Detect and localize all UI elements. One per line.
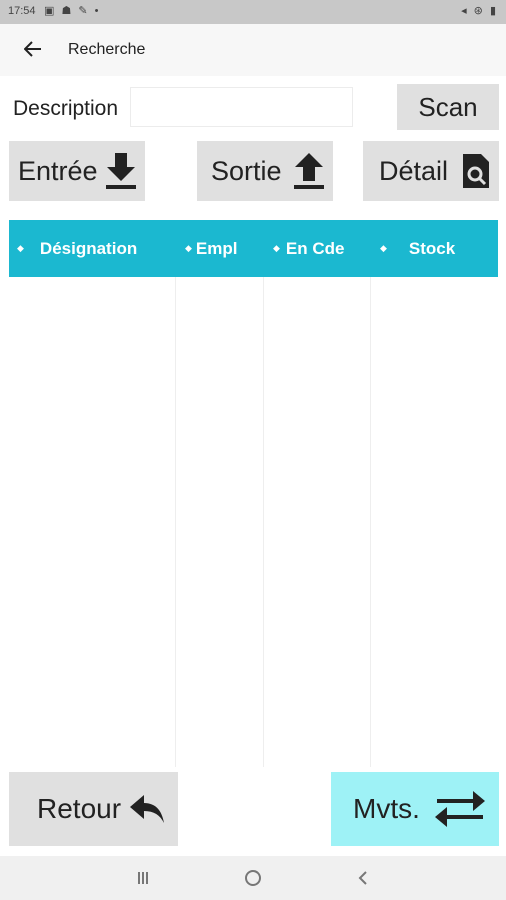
retour-button[interactable]: Retour xyxy=(9,772,178,846)
back-chevron-icon[interactable] xyxy=(343,866,383,890)
sort-icon: ◆ xyxy=(17,243,24,253)
sort-icon: ◆ xyxy=(273,243,280,253)
column-header-en-cde[interactable]: ◆ En Cde xyxy=(273,220,344,277)
description-input[interactable] xyxy=(130,87,353,127)
sortie-button[interactable]: Sortie xyxy=(197,141,333,201)
home-icon[interactable] xyxy=(233,866,273,890)
mvts-button-label: Mvts. xyxy=(353,793,420,824)
sort-icon: ◆ xyxy=(185,243,192,253)
status-time: 17:54 xyxy=(8,5,36,17)
entree-button[interactable]: Entrée xyxy=(9,141,145,201)
download-icon xyxy=(105,151,137,191)
app-bar: Recherche xyxy=(0,24,506,76)
column-divider xyxy=(263,277,264,767)
description-label: Description xyxy=(13,97,119,120)
system-nav-bar xyxy=(0,856,506,900)
detail-button-label: Détail xyxy=(379,155,449,186)
table-header: ◆ Désignation ◆ Empl ◆ En Cde ◆ Stock xyxy=(9,220,498,277)
entree-button-label: Entrée xyxy=(18,155,98,186)
column-divider xyxy=(175,277,176,767)
arrow-left-icon[interactable] xyxy=(20,36,46,62)
upload-icon xyxy=(293,151,325,191)
document-search-icon xyxy=(461,152,491,190)
retour-button-label: Retour xyxy=(37,793,122,824)
page-title: Recherche xyxy=(68,41,146,58)
scan-button[interactable]: Scan xyxy=(397,84,499,130)
mvts-button[interactable]: Mvts. xyxy=(331,772,499,846)
status-notification-icons: ▣ ☗ ✎ • xyxy=(44,5,101,17)
detail-button[interactable]: Détail xyxy=(363,141,499,201)
column-header-stock[interactable]: ◆ Stock xyxy=(380,220,455,277)
table-body xyxy=(9,277,498,767)
recent-apps-icon[interactable] xyxy=(123,866,163,890)
column-divider xyxy=(370,277,371,767)
sort-icon: ◆ xyxy=(380,243,387,253)
column-header-designation[interactable]: ◆ Désignation xyxy=(17,220,137,277)
status-system-icons: ◂ ⊛ ▮ xyxy=(461,5,498,17)
reply-icon xyxy=(128,793,166,825)
swap-arrows-icon xyxy=(433,787,487,831)
sortie-button-label: Sortie xyxy=(211,155,282,186)
status-bar: 17:54 ▣ ☗ ✎ • ◂ ⊛ ▮ xyxy=(0,0,506,24)
column-header-empl[interactable]: ◆ Empl xyxy=(185,220,237,277)
scan-button-label: Scan xyxy=(418,91,478,122)
